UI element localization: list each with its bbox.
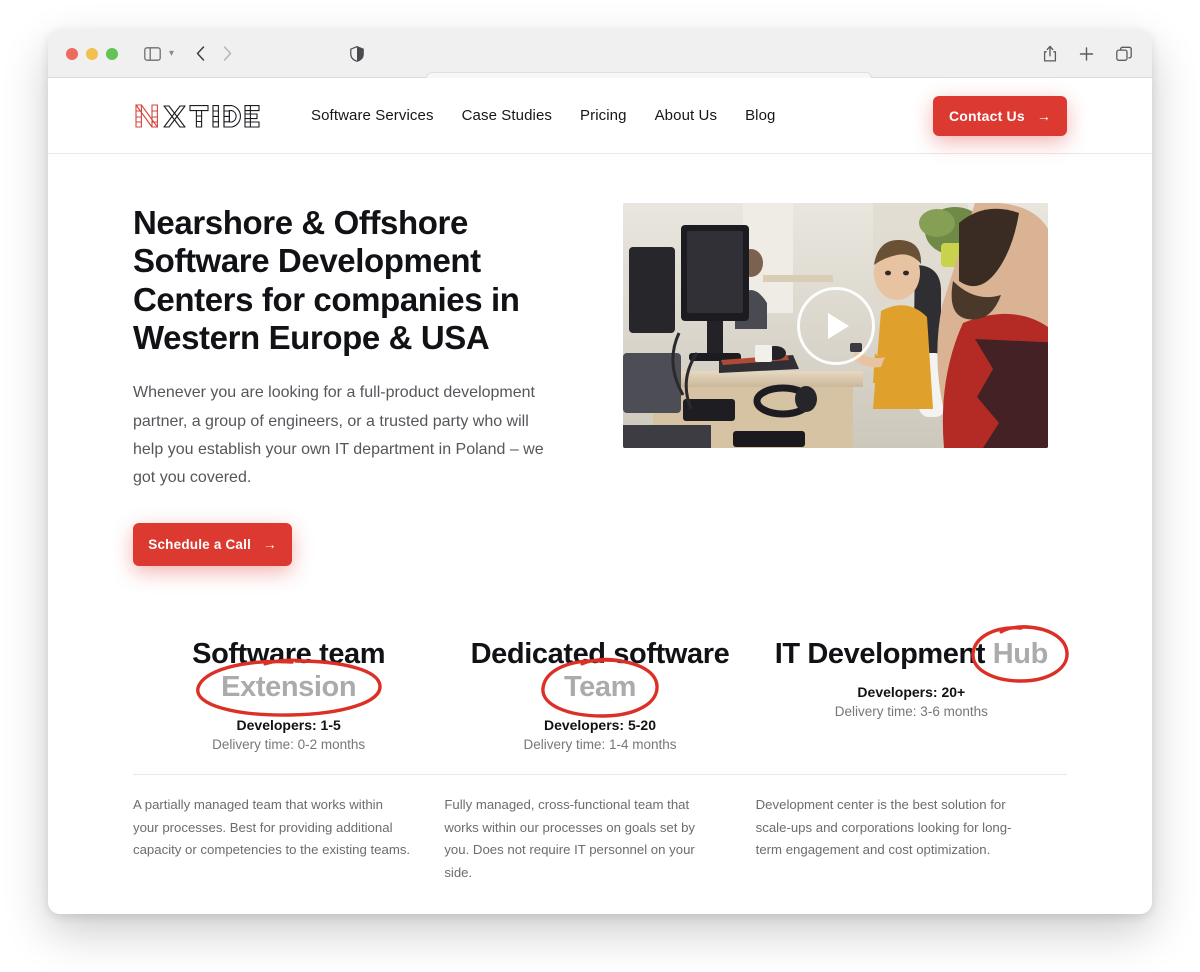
share-icon[interactable] [1043, 45, 1057, 62]
sidebar-icon[interactable] [144, 46, 161, 61]
privacy-shield-icon[interactable] [350, 45, 364, 62]
site-logo[interactable] [133, 101, 261, 131]
tab-overview-icon[interactable] [1116, 46, 1132, 61]
card-title-plain: IT Development [774, 637, 986, 670]
nav-item-software-services[interactable]: Software Services [309, 103, 436, 128]
hero-section: Nearshore & Offshore Software Developmen… [48, 154, 1152, 566]
hero-media [623, 200, 1048, 566]
card-delivery-time: Delivery time: 1-4 months [523, 737, 677, 753]
card-title-highlight: Extension [195, 658, 382, 717]
play-button[interactable] [796, 286, 875, 365]
service-card-team: Dedicated softwareTeam Developers: 5-20 … [444, 638, 755, 752]
description-cell: Development center is the best solution … [756, 775, 1067, 885]
card-title-highlight: Hub [971, 625, 1070, 684]
card-title: Software team Extension [151, 637, 426, 717]
contact-us-button[interactable]: Contact Us → [933, 96, 1067, 136]
card-title-highlight-text: Team [563, 670, 636, 703]
hero-video-player[interactable] [623, 203, 1048, 448]
site-header: Software Services Case Studies Pricing A… [48, 78, 1152, 154]
service-card-hub: IT Development Hub Developers: 20+ Deliv… [756, 625, 1070, 752]
card-developers: Developers: 20+ [857, 683, 966, 700]
navigation-arrows [196, 46, 232, 61]
card-developers: Developers: 1-5 [236, 717, 341, 734]
card-title: IT Development Hub [774, 625, 1070, 684]
nav-item-case-studies[interactable]: Case Studies [460, 103, 554, 128]
browser-toolbar: ▾ nxtide.com ⟳ [48, 30, 1152, 96]
hero-copy: Nearshore & Offshore Software Developmen… [133, 200, 563, 566]
card-description: Development center is the best solution … [755, 797, 1012, 858]
main-navigation: Software Services Case Studies Pricing A… [309, 103, 778, 128]
service-cards: Software team Extension Developers: 1-5 … [48, 625, 1152, 752]
card-title-highlight-text: Hub [992, 637, 1049, 670]
card-title-plain: Software team [192, 637, 386, 670]
description-cell: A partially managed team that works with… [133, 775, 444, 885]
arrow-right-icon: → [1036, 108, 1052, 124]
back-arrow-icon[interactable] [196, 46, 205, 61]
nav-item-pricing[interactable]: Pricing [578, 103, 629, 128]
nav-item-blog[interactable]: Blog [743, 103, 777, 128]
window-controls [66, 47, 118, 60]
card-title-highlight-text: Extension [221, 670, 357, 703]
toolbar-right-actions [1043, 45, 1132, 62]
card-title-highlight: Team [541, 657, 659, 718]
minimize-window-button[interactable] [86, 47, 98, 60]
browser-window: ▾ nxtide.com ⟳ [48, 30, 1152, 914]
service-card-extension: Software team Extension Developers: 1-5 … [133, 638, 444, 752]
schedule-a-call-label: Schedule a Call [148, 536, 252, 552]
chevron-down-icon[interactable]: ▾ [169, 48, 174, 59]
card-title-plain: Dedicated software [470, 637, 730, 670]
forward-arrow-icon[interactable] [223, 46, 232, 61]
maximize-window-button[interactable] [106, 47, 118, 60]
arrow-right-icon: → [263, 536, 277, 552]
close-window-button[interactable] [66, 47, 78, 60]
card-delivery-time: Delivery time: 3-6 months [834, 703, 988, 719]
card-delivery-time: Delivery time: 0-2 months [212, 737, 366, 753]
description-cell: Fully managed, cross-functional team tha… [444, 775, 755, 885]
nav-item-about-us[interactable]: About Us [653, 103, 720, 128]
card-developers: Developers: 5-20 [543, 717, 657, 734]
page-title: Nearshore & Offshore Software Developmen… [133, 204, 520, 356]
card-description: A partially managed team that works with… [133, 797, 411, 858]
hero-paragraph: Whenever you are looking for a full-prod… [133, 384, 544, 487]
schedule-a-call-button[interactable]: Schedule a Call → [133, 522, 292, 566]
contact-us-label: Contact Us [948, 108, 1025, 124]
card-description: Fully managed, cross-functional team tha… [444, 797, 696, 881]
webpage-viewport: Software Services Case Studies Pricing A… [48, 78, 1152, 914]
service-descriptions: A partially managed team that works with… [48, 775, 1152, 885]
card-title: Dedicated softwareTeam [462, 637, 737, 718]
plus-icon[interactable] [1079, 46, 1094, 61]
